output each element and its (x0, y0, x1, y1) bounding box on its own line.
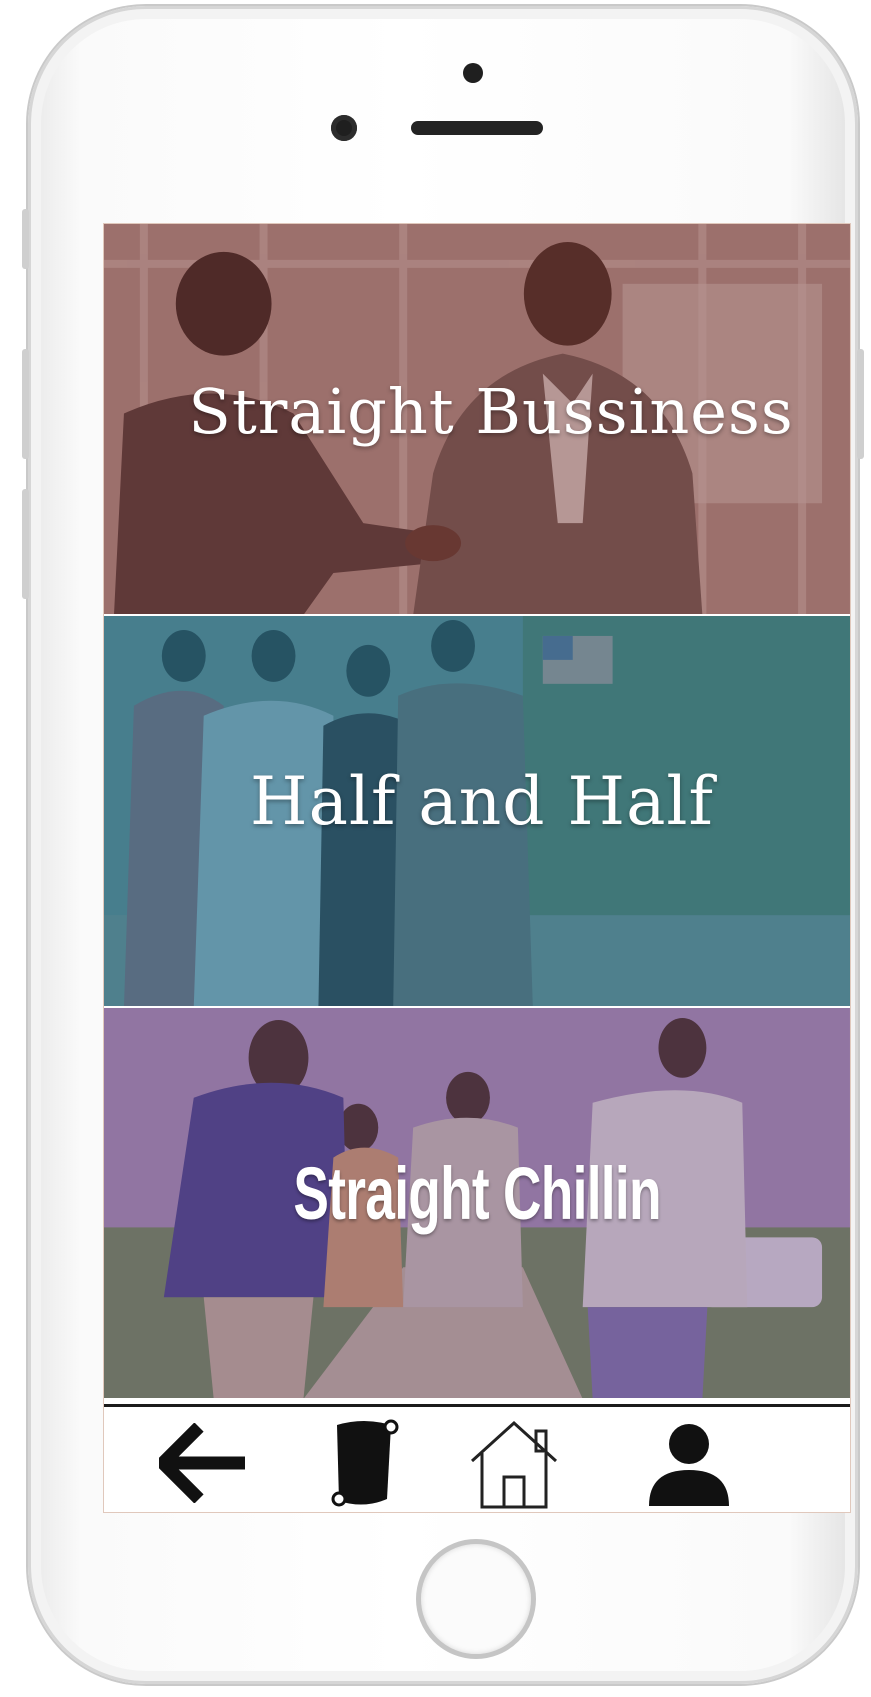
earpiece-camera (463, 63, 483, 83)
category-straight-business[interactable]: Straight Bussiness (104, 224, 850, 614)
category-label: Straight Bussiness (188, 374, 794, 448)
back-button[interactable] (149, 1417, 259, 1509)
volume-up-button (22, 349, 29, 459)
home-icon (470, 1420, 558, 1509)
bottom-nav (104, 1404, 850, 1512)
profile-button[interactable] (634, 1417, 744, 1509)
mute-switch (22, 209, 29, 269)
power-button (857, 349, 864, 459)
category-label: Straight Chillin (293, 1151, 661, 1235)
front-camera (331, 115, 357, 141)
scroll-icon (331, 1419, 399, 1507)
category-label: Half and Half (250, 762, 714, 840)
earpiece-speaker (411, 121, 543, 135)
phone-frame: Straight Bussiness Half and Half Straigh… (22, 6, 864, 1684)
category-straight-chillin[interactable]: Straight Chillin (104, 1008, 850, 1398)
device-home-button[interactable] (416, 1539, 536, 1659)
app-screen: Straight Bussiness Half and Half Straigh… (103, 223, 851, 1513)
back-arrow-icon (159, 1423, 245, 1503)
scroll-button[interactable] (309, 1417, 419, 1509)
category-half-and-half[interactable]: Half and Half (104, 616, 850, 1006)
volume-down-button (22, 489, 29, 599)
profile-icon (649, 1424, 729, 1506)
home-button[interactable] (459, 1417, 569, 1509)
